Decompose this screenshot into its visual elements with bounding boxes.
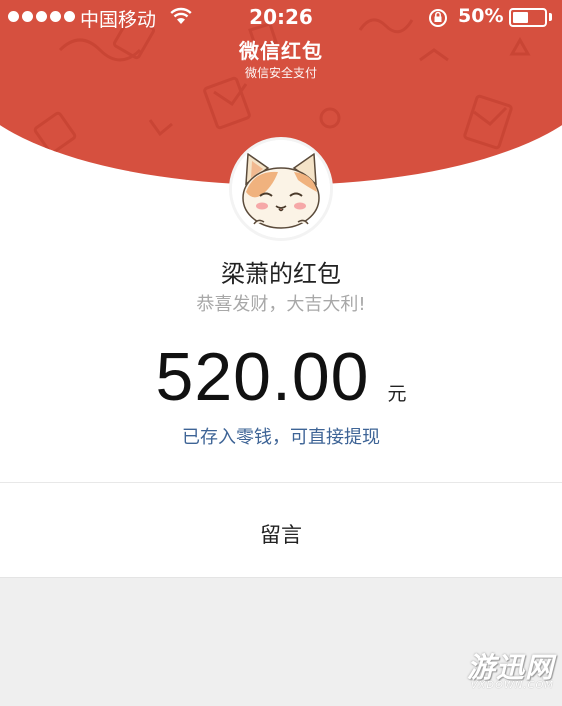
watermark-url: VXDOWN.COM [470, 680, 554, 691]
wallet-link[interactable]: 已存入零钱，可直接提现 [0, 423, 562, 449]
cartoon-cat-avatar [232, 140, 330, 238]
page-subtitle: 微信安全支付 [244, 66, 317, 80]
status-bar: 中国移动 20:26 50% [0, 0, 562, 34]
red-packet-screen: 中国移动 20:26 50% 微信红包 微信安全支付 梁萧的红包 恭喜发财，大吉… [0, 0, 562, 706]
page-title: 微信红包 [239, 39, 323, 63]
watermark: 游迅网 VXDOWN.COM [446, 646, 562, 702]
amount-unit: 元 [387, 383, 407, 405]
avatar[interactable] [229, 137, 333, 241]
sender-name: 梁萧的红包 [221, 260, 341, 288]
battery-tip [549, 13, 552, 21]
message-label: 留言 [260, 523, 302, 547]
rotation-lock-icon [429, 9, 447, 27]
message-button[interactable]: 留言 [0, 483, 562, 577]
amount-value: 520.00 [155, 339, 370, 415]
battery-percent: 50% [458, 5, 504, 27]
amount-row: 520.00 元 [0, 338, 562, 416]
battery-icon [509, 8, 547, 27]
greeting-text: 恭喜发财，大吉大利! [196, 294, 366, 315]
